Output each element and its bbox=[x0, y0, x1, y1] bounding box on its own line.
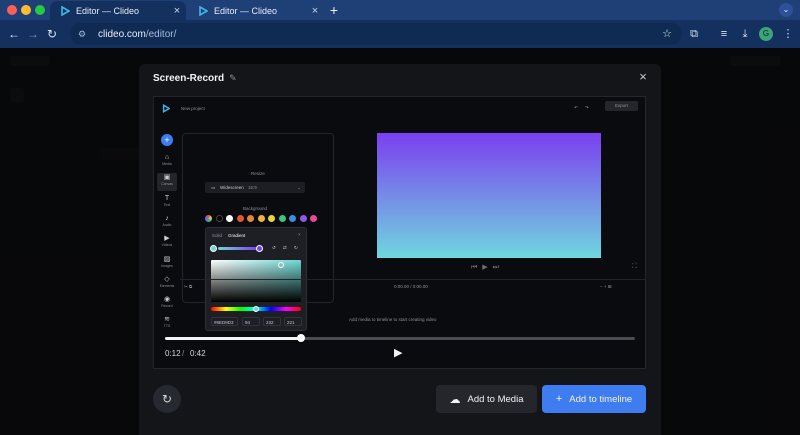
tab-search-button[interactable]: ⌄ bbox=[779, 3, 793, 17]
swap-icon: ⇄ bbox=[283, 245, 287, 250]
progress-knob[interactable] bbox=[297, 334, 306, 342]
gradient-stop-end bbox=[256, 245, 263, 252]
swatch-pink bbox=[310, 215, 317, 222]
tab-editor-2[interactable]: Editor — Clideo × bbox=[188, 1, 324, 20]
download-icon[interactable]: ⤓ bbox=[737, 26, 753, 42]
video-player[interactable]: New project ↶ ↷ Export + ⌂ Media ▣ Canvas … bbox=[153, 96, 646, 369]
export-button: Export bbox=[605, 101, 638, 111]
fullscreen-icon: ⛶ bbox=[632, 263, 637, 270]
swatch-white bbox=[226, 215, 233, 222]
swatch-yellow bbox=[268, 215, 275, 222]
edit-pencil-icon[interactable]: ✎ bbox=[229, 73, 237, 84]
swatch-red bbox=[237, 215, 244, 222]
current-time: 0:12 bbox=[165, 349, 181, 358]
progress-fill bbox=[165, 337, 302, 340]
retake-button[interactable]: ↻ bbox=[153, 385, 181, 413]
maximize-window-button[interactable] bbox=[35, 5, 45, 15]
url-text: clideo.com/editor/ bbox=[98, 28, 177, 40]
resize-select: ▭ Widescreen 16:9 ⌄ bbox=[205, 182, 305, 193]
play-button[interactable]: ▶ bbox=[394, 347, 406, 359]
tab-title: Editor — Clideo bbox=[214, 5, 278, 16]
tab-close-icon[interactable]: × bbox=[168, 5, 186, 17]
recorded-timeline: ✂ ⧉ 0:00.00 / 0:00.00 − + ⊞ Add media to… bbox=[180, 279, 645, 339]
reading-list-icon[interactable]: ≡ bbox=[716, 26, 732, 42]
picker-close-icon: × bbox=[298, 232, 301, 237]
sidebar-images: ▨ Images bbox=[161, 256, 173, 268]
swatch-black bbox=[216, 215, 223, 222]
modal-title: Screen-Record ✎ bbox=[153, 73, 237, 84]
rotate-icon: ↺ bbox=[272, 245, 276, 250]
site-info-icon[interactable]: ⚙ bbox=[78, 29, 98, 40]
add-to-timeline-button[interactable]: + Add to timeline bbox=[542, 385, 646, 413]
background-label: Background bbox=[243, 206, 268, 211]
browser-toolbar: ← → ↻ ⚙ clideo.com/editor/ ☆ ⧉ ≡ ⤓ ⋮ bbox=[0, 20, 800, 48]
timecode: 0:00.00 / 0:00.00 bbox=[394, 284, 428, 289]
clideo-logo-icon bbox=[59, 5, 70, 16]
clideo-logo-icon bbox=[197, 5, 208, 16]
reset-icon: ↻ bbox=[294, 245, 298, 250]
swatch-orange bbox=[247, 215, 254, 222]
sidebar-elements: ◇ Elements bbox=[159, 276, 175, 288]
zoom-icons: − + ⊞ bbox=[600, 284, 612, 289]
add-plus-icon: + bbox=[161, 134, 173, 146]
clideo-logo-icon bbox=[162, 104, 170, 113]
profile-avatar[interactable]: G bbox=[759, 27, 773, 41]
swatch-rainbow bbox=[205, 215, 212, 222]
extensions-puzzle-icon[interactable]: ⧉ bbox=[686, 26, 702, 42]
sidebar-media: ⌂ Media bbox=[162, 154, 172, 166]
duration: 0:42 bbox=[190, 349, 206, 358]
swatch-green bbox=[279, 215, 286, 222]
canvas-preview bbox=[377, 133, 601, 258]
gradient-bar bbox=[218, 247, 258, 250]
sidebar-canvas: ▣ Canvas bbox=[157, 173, 177, 191]
tab-title: Editor — Clideo bbox=[76, 5, 140, 16]
gradient-stop-start bbox=[210, 245, 217, 252]
redo-icon: ↷ bbox=[585, 105, 589, 110]
swatch-amber bbox=[258, 215, 265, 222]
sidebar-audio: ♪ Audio bbox=[162, 215, 172, 227]
swatch-blue bbox=[289, 215, 296, 222]
undo-icon: ↶ bbox=[574, 105, 578, 110]
video-progress-bar[interactable] bbox=[165, 334, 635, 342]
swatch-purple bbox=[300, 215, 307, 222]
time-separator: / bbox=[182, 349, 185, 358]
sidebar-tts: ≋ TTS bbox=[163, 316, 171, 328]
preview-playback-controls: ⏮▶⏭ bbox=[471, 264, 504, 271]
sidebar-text: T Text bbox=[163, 195, 171, 207]
new-tab-button[interactable]: + bbox=[327, 2, 341, 18]
screen-record-modal: Screen-Record ✎ × New project ↶ ↷ Export… bbox=[139, 64, 661, 435]
plus-icon: + bbox=[555, 393, 563, 405]
modal-close-button[interactable]: × bbox=[636, 70, 650, 84]
add-to-media-button[interactable]: ☁ Add to Media bbox=[436, 385, 537, 413]
timeline-tools-icons: ✂ ⧉ bbox=[184, 284, 193, 289]
tab-strip: Editor — Clideo × Editor — Clideo × + ⌄ bbox=[0, 0, 800, 20]
forward-button[interactable]: → bbox=[25, 26, 41, 42]
recorded-sidebar: + ⌂ Media ▣ Canvas T Text ♪ Audio ▶ Videos ▨ I… bbox=[154, 119, 180, 368]
tab-editor-1[interactable]: Editor — Clideo × bbox=[50, 1, 186, 20]
browser-menu-icon[interactable]: ⋮ bbox=[780, 26, 796, 42]
sidebar-record: ◉ Record bbox=[161, 296, 173, 308]
minimize-window-button[interactable] bbox=[21, 5, 31, 15]
bookmark-star-icon[interactable]: ☆ bbox=[662, 27, 672, 40]
cloud-upload-icon: ☁ bbox=[449, 393, 461, 406]
address-bar[interactable]: ⚙ clideo.com/editor/ ☆ bbox=[70, 23, 682, 45]
timeline-hint: Add media to timeline to start creating … bbox=[349, 317, 437, 322]
project-name: New project bbox=[181, 106, 205, 111]
reload-button[interactable]: ↻ bbox=[44, 26, 60, 42]
browser-window: Editor — Clideo × Editor — Clideo × + ⌄ … bbox=[0, 0, 800, 435]
resize-label: Resize bbox=[251, 171, 265, 176]
sidebar-videos: ▶ Videos bbox=[161, 235, 173, 247]
recorded-editor-header: New project ↶ ↷ Export bbox=[154, 97, 645, 119]
tab-close-icon[interactable]: × bbox=[306, 5, 324, 17]
close-window-button[interactable] bbox=[7, 5, 17, 15]
back-button[interactable]: ← bbox=[6, 26, 22, 42]
